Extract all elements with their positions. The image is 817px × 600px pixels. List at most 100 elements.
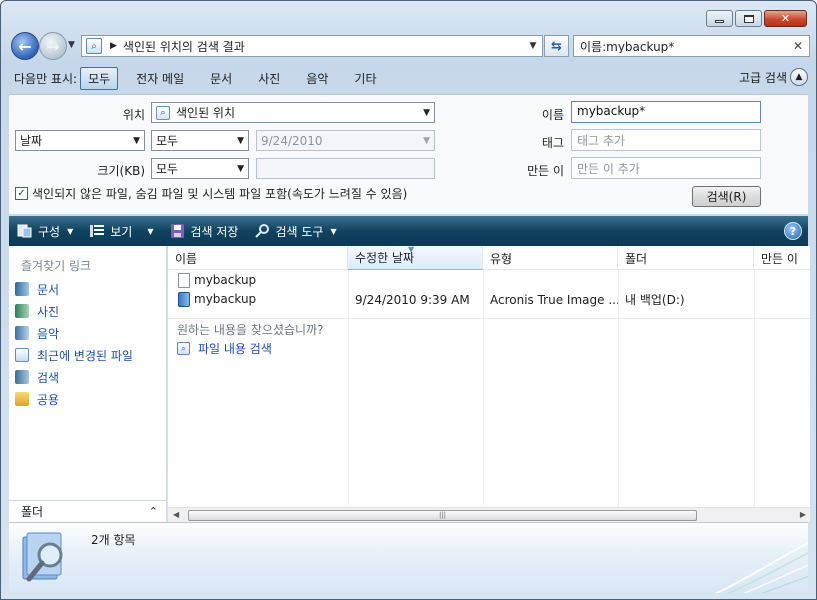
author-label: 만든 이 xyxy=(527,164,564,178)
search-file-contents-label[interactable]: 파일 내용 검색 xyxy=(198,340,272,357)
name-label: 이름 xyxy=(541,108,564,122)
location-value: 색인된 위치 xyxy=(176,106,236,120)
location-label: 위치 xyxy=(122,108,145,122)
date-operator-select[interactable]: 모두 ▼ xyxy=(151,130,249,151)
sidebar-item-recent[interactable]: 최근에 변경된 파일 xyxy=(15,344,133,366)
navigation-pane: 즐겨찾기 링크 문서 사진 음악 최근에 변경된 파일 검색 공용 폴더 ⌃ xyxy=(9,246,167,522)
sidebar-item-documents[interactable]: 문서 xyxy=(15,278,133,300)
refresh-button[interactable]: ⇆ xyxy=(544,35,569,57)
forward-arrow-icon: → xyxy=(46,36,60,56)
help-button[interactable]: ? xyxy=(784,222,802,240)
horizontal-scrollbar[interactable]: ◀ ||| ▶ xyxy=(168,507,810,522)
column-name[interactable]: 이름 xyxy=(168,246,348,270)
command-bar: 구성 ▼ 보기 ▼ 검색 저장 검색 도구 ▼ ? xyxy=(9,216,808,246)
sidebar-item-public[interactable]: 공용 xyxy=(15,388,133,410)
history-dropdown-button[interactable]: ▼ xyxy=(68,40,75,50)
chevron-down-icon: ▼ xyxy=(423,135,430,146)
table-row[interactable]: mybackup 9/24/2010 9:39 AM Acronis True … xyxy=(168,290,810,309)
chevron-up-icon[interactable]: ▲ xyxy=(790,68,808,86)
tags-field[interactable]: 태그 추가 xyxy=(571,129,761,151)
sidebar-item-label: 공용 xyxy=(37,392,60,407)
refresh-icon: ⇆ xyxy=(551,38,562,54)
organize-button[interactable]: 구성 ▼ xyxy=(9,218,81,244)
search-file-contents-link[interactable]: ⌕ 파일 내용 검색 xyxy=(177,340,272,357)
search-input[interactable] xyxy=(580,39,793,53)
search-hint: 원하는 내용을 찾으셨습니까? xyxy=(177,323,324,337)
column-type[interactable]: 유형 xyxy=(483,246,618,270)
back-button[interactable]: ← xyxy=(11,32,39,60)
sort-arrow-icon: ▼ xyxy=(408,246,415,254)
maximize-icon xyxy=(743,14,754,23)
sidebar-item-music[interactable]: 음악 xyxy=(15,322,133,344)
close-button[interactable]: ✕ xyxy=(764,10,807,27)
maximize-button[interactable] xyxy=(735,10,762,27)
search-tools-label: 검색 도구 xyxy=(275,224,324,239)
favorite-links-title: 즐겨찾기 링크 xyxy=(21,259,92,273)
location-select[interactable]: ⌕ 색인된 위치 ▼ xyxy=(151,102,435,123)
filter-email[interactable]: 전자 메일 xyxy=(128,67,192,90)
search-button[interactable]: 검색(R) xyxy=(692,186,761,207)
search-tools-button[interactable]: 검색 도구 ▼ xyxy=(246,218,344,244)
size-operator-select[interactable]: 모두 ▼ xyxy=(151,158,249,179)
tags-label: 태그 xyxy=(541,136,564,150)
breadcrumb-arrow-icon[interactable]: ▶ xyxy=(110,41,117,51)
column-date-modified[interactable]: ▼ 수정한 날짜 xyxy=(348,246,483,270)
scroll-right-icon[interactable]: ▶ xyxy=(800,510,806,519)
file-icon xyxy=(178,273,190,288)
date-field-select[interactable]: 날짜 ▼ xyxy=(15,130,145,151)
minimize-button[interactable] xyxy=(706,10,733,27)
forward-button[interactable]: → xyxy=(39,32,67,60)
sidebar-item-pictures[interactable]: 사진 xyxy=(15,300,133,322)
date-cell: 9/24/2010 9:39 AM xyxy=(355,292,470,307)
views-button[interactable]: 보기 ▼ xyxy=(81,218,161,244)
saved-search-icon xyxy=(22,532,63,582)
save-search-button[interactable]: 검색 저장 xyxy=(162,218,247,244)
back-arrow-icon: ← xyxy=(18,36,32,56)
sidebar-item-searches[interactable]: 검색 xyxy=(15,366,133,388)
minimize-icon xyxy=(715,20,724,23)
folders-toggle[interactable]: 폴더 ⌃ xyxy=(9,500,166,522)
include-nonindexed-checkbox[interactable]: ✓ xyxy=(15,187,28,200)
column-header: 이름 ▼ 수정한 날짜 유형 폴더 만든 이 xyxy=(168,246,810,270)
pictures-icon xyxy=(15,304,29,318)
music-icon xyxy=(15,326,29,340)
include-nonindexed-option[interactable]: ✓ 색인되지 않은 파일, 숨김 파일 및 시스템 파일 포함(속도가 느려질 … xyxy=(15,185,407,202)
advanced-search-label[interactable]: 고급 검색 xyxy=(739,69,787,86)
filter-all[interactable]: 모두 xyxy=(80,66,119,90)
filter-other[interactable]: 기타 xyxy=(346,67,384,90)
file-list: 이름 ▼ 수정한 날짜 유형 폴더 만든 이 mybackup mybackup… xyxy=(168,246,810,522)
scrollbar-thumb[interactable]: ||| xyxy=(188,510,697,521)
chevron-down-icon: ▼ xyxy=(133,135,140,146)
clear-search-icon[interactable]: ✕ xyxy=(793,39,803,53)
name-field[interactable]: mybackup* xyxy=(571,101,761,123)
date-picker[interactable]: 9/24/2010 ▼ xyxy=(256,130,435,151)
address-dropdown-icon[interactable]: ▼ xyxy=(524,41,542,51)
search-folder-icon: ⌕ xyxy=(156,105,170,120)
author-field[interactable]: 만든 이 추가 xyxy=(571,157,761,179)
organize-label: 구성 xyxy=(38,224,61,239)
chevron-down-icon: ▼ xyxy=(67,226,74,236)
item-count: 2개 항목 xyxy=(91,533,136,547)
column-folder[interactable]: 폴더 xyxy=(618,246,754,270)
decorative-swoosh xyxy=(714,542,808,593)
file-name-cell: mybackup xyxy=(168,273,348,288)
help-icon: ? xyxy=(789,224,797,238)
chevron-down-icon: ▼ xyxy=(237,135,244,146)
table-row[interactable]: mybackup xyxy=(168,271,810,290)
searches-icon xyxy=(15,370,29,384)
search-box[interactable]: ✕ xyxy=(573,35,810,57)
navigation-bar: ← → ▼ ⌕ ▶ 색인된 위치의 검색 결과 ▼ ⇆ ✕ xyxy=(9,32,810,60)
folder-cell: 내 백업(D:) xyxy=(625,293,685,307)
filter-picture[interactable]: 사진 xyxy=(250,67,288,90)
breadcrumb[interactable]: 색인된 위치의 검색 결과 xyxy=(123,38,524,55)
include-nonindexed-label[interactable]: 색인되지 않은 파일, 숨김 파일 및 시스템 파일 포함(속도가 느려질 수 … xyxy=(32,185,407,202)
size-input[interactable] xyxy=(256,158,435,179)
filter-document[interactable]: 문서 xyxy=(202,67,240,90)
chevron-down-icon: ▼ xyxy=(330,226,337,236)
filter-music[interactable]: 음악 xyxy=(298,67,336,90)
address-bar[interactable]: ⌕ ▶ 색인된 위치의 검색 결과 ▼ xyxy=(81,35,543,57)
sidebar-item-label: 검색 xyxy=(37,370,60,385)
scroll-left-icon[interactable]: ◀ xyxy=(173,510,179,519)
advanced-search-toggle[interactable]: 고급 검색 ▲ xyxy=(739,68,808,86)
column-author[interactable]: 만든 이 xyxy=(754,246,810,270)
